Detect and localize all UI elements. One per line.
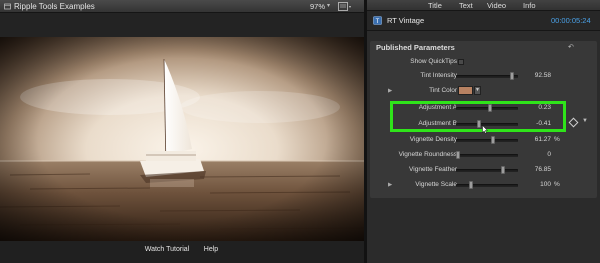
help-button[interactable]: Help [201,244,221,255]
view-menu-button[interactable] [335,1,359,11]
view-options-icon [338,2,351,11]
tab-title[interactable]: Title [428,1,442,10]
param-label: Vignette Density [409,136,457,143]
slider-track[interactable] [456,136,518,144]
param-value[interactable]: 0 [523,151,551,158]
title-clip-icon: T [373,16,382,25]
inspector-tabs: Title Text Video Info [367,0,600,11]
param-unit: % [554,136,560,143]
param-label: Tint Intensity [420,72,457,79]
disclosure-triangle-icon[interactable]: ▶ [388,182,392,188]
slider-track[interactable] [456,151,518,159]
section-title: Published Parameters [376,43,455,52]
green-highlight-box [390,101,566,132]
inspector-pane: Title Text Video Info T RT Vintage 00:00… [367,0,600,263]
clip-name: RT Vintage [387,16,425,25]
svg-text:T: T [376,19,380,25]
param-value[interactable]: 100 [523,181,551,188]
tab-video[interactable]: Video [487,1,506,10]
param-label: Tint Color [429,87,457,94]
viewer-bottom-bar: Watch Tutorial Help [0,241,364,263]
param-show-quicktips: Show QuickTips [370,57,597,69]
tab-text[interactable]: Text [459,1,473,10]
slider-knob[interactable] [469,181,473,189]
param-value[interactable]: 61.27 [523,136,551,143]
disclosure-triangle-icon[interactable]: ▶ [388,88,392,94]
slider-knob[interactable] [501,166,505,174]
viewer-titlebar: Ripple Tools Examples 97% ▾ [0,0,364,13]
param-label: Show QuickTips [410,58,457,65]
video-canvas[interactable] [0,37,364,241]
slider-track[interactable] [456,72,518,80]
library-icon [4,3,11,10]
param-vignette-scale: ▶ Vignette Scale 100 % [370,180,597,192]
slider-track[interactable] [456,166,518,174]
tint-color-swatch[interactable] [458,86,473,95]
param-vignette-feather: Vignette Feather 76.85 [370,165,597,177]
param-vignette-roundness: Vignette Roundness 0 [370,150,597,162]
param-tint-color: ▶ Tint Color ▼ [370,86,597,98]
clip-header: T RT Vintage 00:00:05:24 [367,11,600,31]
tab-info[interactable]: Info [523,1,536,10]
chevron-down-icon[interactable]: ▼ [582,118,588,124]
sepia-sailboat-image [0,37,364,241]
color-popup-icon[interactable]: ▼ [474,86,481,95]
slider-knob[interactable] [510,72,514,80]
slider-track[interactable] [456,181,518,189]
param-label: Vignette Roundness [398,151,457,158]
zoom-caret-icon[interactable]: ▾ [327,2,330,9]
quicktips-checkbox[interactable] [458,59,464,65]
viewer-title: Ripple Tools Examples [14,2,95,11]
reset-arrow-icon[interactable]: ↶ [568,43,574,51]
param-value[interactable]: 76.85 [523,166,551,173]
param-label: Vignette Feather [409,166,457,173]
param-unit: % [554,181,560,188]
pointer-cursor-icon [482,125,488,134]
param-label: Vignette Scale [415,181,457,188]
slider-knob[interactable] [491,136,495,144]
viewer-pane: Ripple Tools Examples 97% ▾ Watch Tutori… [0,0,364,263]
slider-knob[interactable] [456,151,460,159]
watch-tutorial-button[interactable]: Watch Tutorial [140,244,194,255]
param-value[interactable]: 92.58 [523,72,551,79]
clip-timecode: 00:00:05:24 [551,16,591,25]
published-parameters-panel: Published Parameters ↶ Show QuickTips Ti… [370,41,597,198]
param-vignette-density: Vignette Density 61.27 % [370,135,597,147]
param-tint-intensity: Tint Intensity 92.58 [370,71,597,83]
zoom-level[interactable]: 97% [310,2,325,11]
